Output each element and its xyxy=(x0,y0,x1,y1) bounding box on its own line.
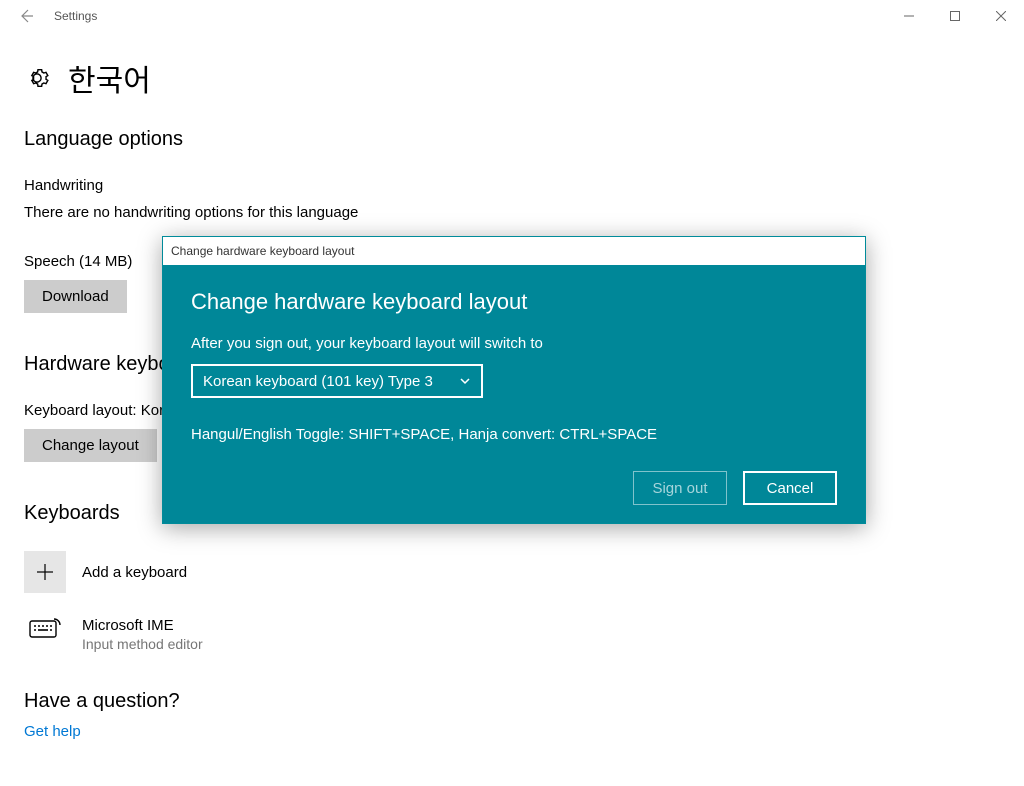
help-heading: Have a question? xyxy=(24,690,1000,713)
cancel-button[interactable]: Cancel xyxy=(743,471,837,505)
dialog-heading: Change hardware keyboard layout xyxy=(191,289,837,315)
ime-row[interactable]: Microsoft IME Input method editor xyxy=(24,617,1000,652)
ime-subtitle: Input method editor xyxy=(82,636,203,652)
minimize-icon xyxy=(904,11,914,21)
change-layout-button[interactable]: Change layout xyxy=(24,429,157,462)
keyboard-layout-select[interactable]: Korean keyboard (101 key) Type 3 xyxy=(191,364,483,398)
keyboard-icon xyxy=(24,617,66,641)
handwriting-label: Handwriting xyxy=(24,177,1000,194)
page-header: 한국어 xyxy=(24,56,1000,100)
add-keyboard-row[interactable]: Add a keyboard xyxy=(24,551,1000,593)
plus-icon xyxy=(35,562,55,582)
dialog-buttons: Sign out Cancel xyxy=(191,471,837,505)
dialog-body: Change hardware keyboard layout After yo… xyxy=(163,265,865,523)
sign-out-button[interactable]: Sign out xyxy=(633,471,727,505)
window-controls xyxy=(886,0,1024,32)
add-keyboard-tile xyxy=(24,551,66,593)
page-title: 한국어 xyxy=(68,56,151,100)
maximize-button[interactable] xyxy=(932,0,978,32)
change-layout-dialog: Change hardware keyboard layout Change h… xyxy=(162,236,866,524)
dialog-lead-text: After you sign out, your keyboard layout… xyxy=(191,335,837,352)
ime-name: Microsoft IME xyxy=(82,617,203,634)
add-keyboard-label: Add a keyboard xyxy=(82,564,187,581)
dialog-hint: Hangul/English Toggle: SHIFT+SPACE, Hanj… xyxy=(191,426,837,443)
close-button[interactable] xyxy=(978,0,1024,32)
maximize-icon xyxy=(950,11,960,21)
dialog-titlebar: Change hardware keyboard layout xyxy=(163,237,865,265)
chevron-down-icon xyxy=(459,375,471,387)
handwriting-status: There are no handwriting options for thi… xyxy=(24,204,1000,221)
select-value: Korean keyboard (101 key) Type 3 xyxy=(203,373,433,390)
titlebar: Settings xyxy=(0,0,1024,32)
gear-icon xyxy=(24,65,50,91)
back-button[interactable] xyxy=(12,2,40,30)
back-arrow-icon xyxy=(18,8,34,24)
download-button[interactable]: Download xyxy=(24,280,127,313)
close-icon xyxy=(996,11,1006,21)
window-title: Settings xyxy=(54,9,97,23)
minimize-button[interactable] xyxy=(886,0,932,32)
language-options-heading: Language options xyxy=(24,128,1000,151)
get-help-link[interactable]: Get help xyxy=(24,723,1000,740)
